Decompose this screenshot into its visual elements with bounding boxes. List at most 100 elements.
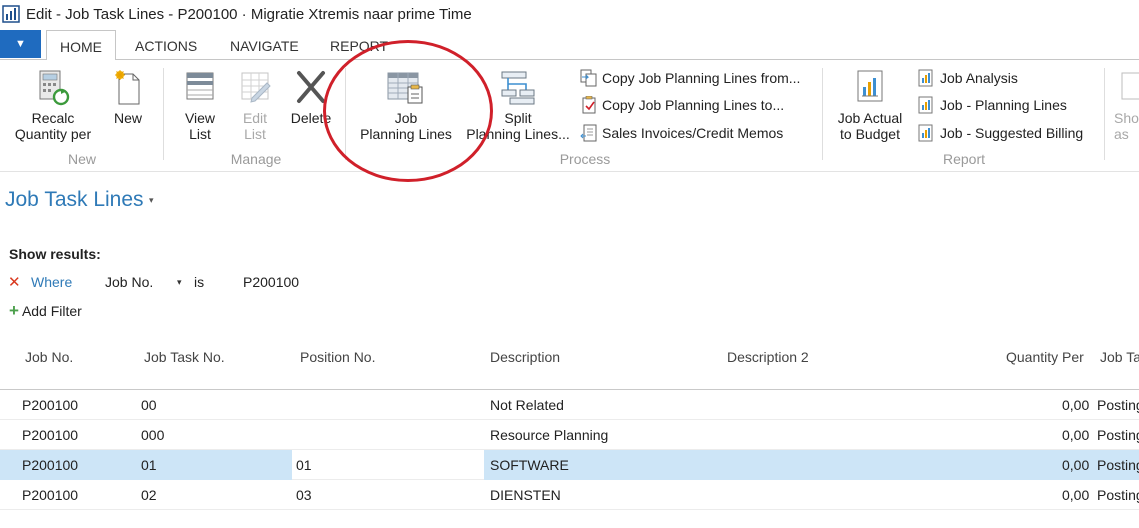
cell-job-task-no: 00 bbox=[141, 397, 157, 413]
filter-where-label: Where bbox=[31, 274, 73, 290]
table-row-selected[interactable]: P200100 01 01 SOFTWARE 0,00 Posting bbox=[0, 450, 1139, 480]
table-row[interactable]: P200100 000 Resource Planning 0,00 Posti… bbox=[0, 420, 1139, 450]
annotation-circle bbox=[323, 40, 493, 182]
page-title-dropdown-icon[interactable]: ▾ bbox=[149, 195, 154, 206]
cell-quantity-per: 0,00 bbox=[1062, 427, 1090, 443]
show-results-label: Show results: bbox=[9, 246, 101, 262]
cell-job-task-type: Posting bbox=[1097, 487, 1139, 503]
column-header-job-task-type[interactable]: Job Ta bbox=[1100, 349, 1139, 365]
job-planning-lines-report-label: Job - Planning Lines bbox=[940, 97, 1067, 113]
chart-view-icon bbox=[1121, 72, 1139, 100]
column-header-description[interactable]: Description bbox=[490, 349, 560, 365]
recalc-quantity-per-button[interactable]: Recalc Quantity per bbox=[6, 70, 100, 142]
ribbon: Recalc Quantity per New New View List Ed… bbox=[0, 60, 1139, 172]
group-divider bbox=[1104, 68, 1105, 160]
copy-job-planning-lines-to-button[interactable]: Copy Job Planning Lines to... bbox=[580, 95, 816, 115]
page-title: Job Task Lines bbox=[5, 188, 144, 211]
tab-home[interactable]: HOME bbox=[46, 30, 116, 61]
new-button[interactable]: New bbox=[106, 70, 150, 126]
chevron-down-icon[interactable]: ▾ bbox=[177, 277, 182, 288]
tab-actions[interactable]: ACTIONS bbox=[135, 30, 197, 60]
ribbon-tab-bar: ▼ HOME ACTIONS NAVIGATE REPORT bbox=[0, 30, 1139, 61]
cell-position-no: 03 bbox=[296, 487, 312, 503]
cell-job-no: P200100 bbox=[22, 397, 79, 413]
job-suggested-billing-button[interactable]: Job - Suggested Billing bbox=[918, 123, 1098, 143]
copy-job-planning-lines-from-button[interactable]: Copy Job Planning Lines from... bbox=[580, 68, 816, 88]
group-label-report: Report bbox=[942, 151, 986, 167]
row-selection-highlight bbox=[484, 450, 1139, 480]
job-actual-to-budget-button[interactable]: Job Actual to Budget bbox=[830, 70, 910, 142]
add-filter-label: Add Filter bbox=[21, 303, 82, 319]
report-icon bbox=[918, 69, 933, 87]
job-analysis-button[interactable]: Job Analysis bbox=[918, 68, 1098, 88]
edit-list-button[interactable]: Edit List bbox=[232, 70, 278, 142]
report-icon bbox=[918, 124, 933, 142]
cell-job-task-type: Posting bbox=[1097, 427, 1139, 443]
filter-operator: is bbox=[194, 274, 205, 290]
cell-job-no: P200100 bbox=[22, 487, 79, 503]
filter-value-input[interactable]: P200100 bbox=[243, 274, 299, 290]
caret-down-icon: ▼ bbox=[15, 38, 26, 50]
copy-from-icon bbox=[580, 69, 597, 87]
group-label-new: New bbox=[67, 151, 96, 167]
column-header-position-no[interactable]: Position No. bbox=[300, 349, 375, 365]
view-list-line2: List bbox=[189, 126, 211, 142]
copy-to-label: Copy Job Planning Lines to... bbox=[602, 97, 785, 113]
plus-icon: + bbox=[9, 301, 19, 320]
edit-list-icon bbox=[241, 72, 271, 103]
tab-navigate[interactable]: NAVIGATE bbox=[230, 30, 299, 60]
report-chart-icon bbox=[857, 70, 883, 102]
group-label-process: Process bbox=[559, 151, 611, 167]
copy-from-label: Copy Job Planning Lines from... bbox=[602, 70, 801, 86]
group-label-manage: Manage bbox=[230, 151, 282, 167]
calculator-refresh-icon bbox=[39, 70, 70, 106]
grid-header: Job No. Job Task No. Position No. Descri… bbox=[0, 340, 1139, 390]
cell-description: DIENSTEN bbox=[490, 487, 561, 503]
view-list-button[interactable]: View List bbox=[176, 70, 224, 142]
show-as-line2: as bbox=[1114, 126, 1129, 142]
job-analysis-label: Job Analysis bbox=[940, 70, 1018, 86]
invoice-icon bbox=[580, 124, 597, 142]
cell-job-task-type: Posting bbox=[1097, 457, 1139, 473]
cell-job-task-no: 02 bbox=[141, 487, 157, 503]
add-filter-button[interactable]: + Add Filter bbox=[9, 301, 82, 321]
cell-position-no[interactable]: 01 bbox=[296, 457, 312, 473]
bar-chart-icon bbox=[2, 5, 20, 23]
show-as-line1: Sho bbox=[1114, 110, 1139, 126]
edit-list-line2: List bbox=[244, 126, 266, 142]
sales-invoices-label: Sales Invoices/Credit Memos bbox=[602, 125, 784, 141]
column-header-job-task-no[interactable]: Job Task No. bbox=[144, 349, 225, 365]
cell-description: SOFTWARE bbox=[490, 457, 569, 473]
group-divider bbox=[163, 68, 164, 160]
column-header-quantity-per[interactable]: Quantity Per bbox=[1006, 349, 1084, 365]
copy-to-icon bbox=[582, 96, 596, 114]
title-bar: Edit - Job Task Lines - P200100 · Migrat… bbox=[0, 0, 1139, 30]
cell-description: Resource Planning bbox=[490, 427, 609, 443]
job-planning-lines-report-button[interactable]: Job - Planning Lines bbox=[918, 95, 1098, 115]
cell-quantity-per: 0,00 bbox=[1062, 397, 1090, 413]
cell-description: Not Related bbox=[490, 397, 564, 413]
cell-job-task-no: 000 bbox=[141, 427, 165, 443]
remove-filter-icon[interactable]: ✕ bbox=[8, 273, 21, 291]
job-actual-line1: Job Actual bbox=[837, 110, 903, 126]
edit-list-line1: Edit bbox=[242, 110, 268, 126]
table-row[interactable]: P200100 00 Not Related 0,00 Posting bbox=[0, 390, 1139, 420]
group-divider bbox=[822, 68, 823, 160]
cell-job-no: P200100 bbox=[22, 427, 79, 443]
split-lines-icon bbox=[501, 71, 535, 105]
cell-job-task-no: 01 bbox=[141, 457, 157, 473]
column-header-job-no[interactable]: Job No. bbox=[25, 349, 73, 365]
app-menu-button[interactable]: ▼ bbox=[0, 30, 41, 58]
filter-field-select[interactable]: Job No. bbox=[105, 274, 153, 290]
show-as-button[interactable]: Sho as bbox=[1114, 70, 1139, 142]
recalc-label-line1: Recalc bbox=[31, 110, 75, 126]
column-header-description-2[interactable]: Description 2 bbox=[727, 349, 809, 365]
table-row[interactable]: P200100 02 03 DIENSTEN 0,00 Posting bbox=[0, 480, 1139, 510]
new-label: New bbox=[113, 110, 142, 126]
sales-invoices-credit-memos-button[interactable]: Sales Invoices/Credit Memos bbox=[580, 123, 816, 143]
filter-row: ✕ Where Job No. ▾ is P200100 bbox=[0, 272, 400, 294]
job-actual-line2: to Budget bbox=[840, 126, 900, 142]
view-list-icon bbox=[186, 72, 214, 100]
report-icon bbox=[918, 96, 933, 114]
job-suggested-billing-label: Job - Suggested Billing bbox=[940, 125, 1084, 141]
